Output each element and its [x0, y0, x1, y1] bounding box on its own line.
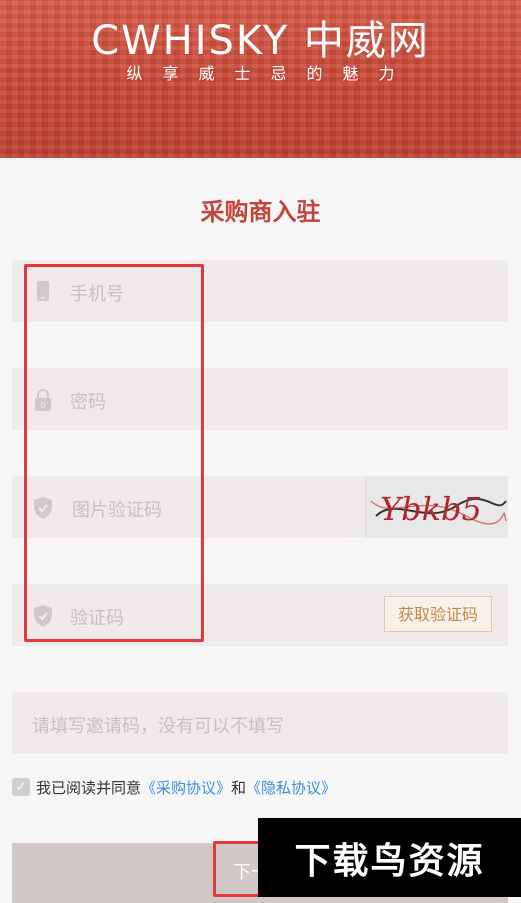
invite-code-placeholder: 请填写邀请码，没有可以不填写 — [32, 716, 284, 737]
privacy-agreement-link[interactable]: 《隐私协议》 — [246, 777, 336, 798]
agreement-and: 和 — [231, 778, 247, 797]
annotation-box-fields — [24, 264, 204, 642]
agreement-checkbox[interactable]: ✓ — [12, 778, 30, 796]
watermark-logo: 下载鸟资源 — [258, 818, 521, 897]
brand-tagline: 纵享威士忌的魅力 — [126, 64, 415, 83]
invite-code-field[interactable]: 请填写邀请码，没有可以不填写 — [12, 692, 508, 754]
header-banner: CWHISKY 中威网 纵享威士忌的魅力 — [0, 0, 521, 158]
agreement-row: ✓ 我已阅读并同意 《采购协议》 和 《隐私协议》 — [12, 774, 336, 800]
agreement-text: 我已阅读并同意 — [36, 778, 142, 797]
page-title: 采购商入驻 — [200, 198, 321, 226]
brand-logo: CWHISKY 中威网 — [91, 18, 430, 64]
purchase-agreement-link[interactable]: 《采购协议》 — [141, 777, 231, 798]
captcha-text: Ybkb5 — [380, 490, 482, 528]
captcha-image[interactable]: Ybkb5 — [365, 476, 508, 538]
get-code-button[interactable]: 获取验证码 — [384, 596, 492, 632]
